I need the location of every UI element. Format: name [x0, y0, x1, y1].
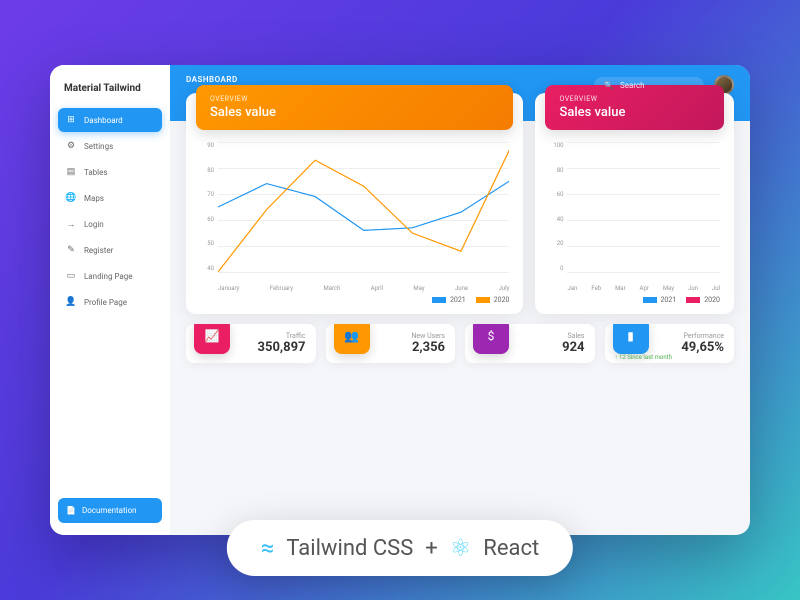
nav-icon: ⚙ — [66, 141, 76, 151]
bar-chart-body: 100806040200 JanFebMarAprMayJunJul 20212… — [535, 130, 734, 314]
sidebar-item-settings[interactable]: ⚙ Settings — [58, 134, 162, 158]
search-placeholder: Search — [620, 81, 645, 90]
nav-label: Tables — [84, 168, 108, 177]
sidebar-item-login[interactable]: → Login — [58, 212, 162, 236]
nav-icon: 🌐 — [66, 193, 76, 203]
overview-label: OVERVIEW — [559, 95, 710, 103]
stats-row: 📈 Traffic350,897 👥 New Users2,356 $ Sale… — [186, 324, 734, 363]
brand-title: Material Tailwind — [58, 77, 162, 108]
nav-label: Landing Page — [84, 272, 133, 281]
nav-icon: 👤 — [66, 297, 76, 307]
nav-label: Login — [84, 220, 104, 229]
bar-chart-header: OVERVIEW Sales value — [545, 85, 724, 130]
stat-card-new-users: 👥 New Users2,356 — [326, 324, 456, 363]
search-icon: 🔍 — [604, 81, 614, 90]
main-area: DASHBOARD 🔍 Search OVERVIEW Sales value — [170, 65, 750, 535]
stat-label: New Users — [378, 332, 446, 340]
stat-foot: ↑ 12 Since last month — [615, 354, 672, 361]
nav-icon: ⊞ — [66, 115, 76, 125]
tailwind-icon: ≈ — [261, 534, 275, 562]
bar-legend: 2021 2020 — [549, 296, 720, 304]
react-label: React — [483, 536, 539, 561]
stat-icon: 👥 — [334, 324, 370, 354]
stat-card-traffic: 📈 Traffic350,897 — [186, 324, 316, 363]
charts-row: OVERVIEW Sales value 908070605040 Januar… — [186, 93, 734, 314]
tailwind-label: Tailwind CSS — [286, 536, 413, 561]
chart-title: Sales value — [559, 105, 710, 120]
sidebar-item-maps[interactable]: 🌐 Maps — [58, 186, 162, 210]
documentation-button[interactable]: 📄 Documentation — [58, 498, 162, 523]
nav-label: Register — [84, 246, 113, 255]
line-chart: 908070605040 JanuaryFebruaryMarchAprilMa… — [200, 142, 509, 292]
sidebar: Material Tailwind ⊞ Dashboard ⚙ Settings ▤ Ta… — [50, 65, 170, 535]
stat-icon: ▮ — [613, 324, 649, 354]
stat-label: Traffic — [238, 332, 306, 340]
legend-item: 2020 — [686, 296, 720, 304]
stat-value: 924 — [517, 340, 585, 355]
stat-value: 49,65% — [657, 340, 725, 355]
stat-label: Performance — [657, 332, 725, 340]
line-legend: 2021 2020 — [200, 296, 509, 304]
nav-icon: ▤ — [66, 167, 76, 177]
nav-label: Maps — [84, 194, 104, 203]
line-chart-header: OVERVIEW Sales value — [196, 85, 513, 130]
sidebar-item-profile-page[interactable]: 👤 Profile Page — [58, 290, 162, 314]
nav-label: Profile Page — [84, 298, 127, 307]
stat-card-performance: ▮ Performance49,65% ↑ 12 Since last mont… — [605, 324, 735, 363]
nav-icon: ▭ — [66, 271, 76, 281]
stat-icon: $ — [473, 324, 509, 354]
tech-pill: ≈ Tailwind CSS + ⚛ React — [227, 520, 573, 576]
stat-label: Sales — [517, 332, 585, 340]
chart-title: Sales value — [210, 105, 499, 120]
sidebar-nav: ⊞ Dashboard ⚙ Settings ▤ Tables 🌐 Maps → Login ✎ Re… — [58, 108, 162, 498]
bar-chart: 100806040200 JanFebMarAprMayJunJul — [549, 142, 720, 292]
legend-item: 2021 — [643, 296, 677, 304]
documentation-label: Documentation — [82, 506, 137, 515]
nav-icon: ✎ — [66, 245, 76, 255]
plus-label: + — [425, 536, 437, 561]
line-chart-body: 908070605040 JanuaryFebruaryMarchAprilMa… — [186, 130, 523, 314]
nav-label: Settings — [84, 142, 113, 151]
document-icon: 📄 — [66, 506, 76, 515]
stat-card-sales: $ Sales924 — [465, 324, 595, 363]
nav-icon: → — [66, 219, 76, 229]
stat-icon: 📈 — [194, 324, 230, 354]
sidebar-item-landing-page[interactable]: ▭ Landing Page — [58, 264, 162, 288]
react-icon: ⚛ — [450, 534, 472, 562]
page-title: DASHBOARD — [186, 75, 238, 84]
nav-label: Dashboard — [84, 116, 123, 125]
line-chart-card: OVERVIEW Sales value 908070605040 Januar… — [186, 93, 523, 314]
legend-item: 2020 — [476, 296, 510, 304]
sidebar-item-tables[interactable]: ▤ Tables — [58, 160, 162, 184]
overview-label: OVERVIEW — [210, 95, 499, 103]
content: OVERVIEW Sales value 908070605040 Januar… — [170, 93, 750, 535]
sidebar-item-dashboard[interactable]: ⊞ Dashboard — [58, 108, 162, 132]
bar-chart-card: OVERVIEW Sales value 100806040200 JanFeb… — [535, 93, 734, 314]
legend-item: 2021 — [432, 296, 466, 304]
sidebar-item-register[interactable]: ✎ Register — [58, 238, 162, 262]
app-window: Material Tailwind ⊞ Dashboard ⚙ Settings ▤ Ta… — [50, 65, 750, 535]
stat-value: 2,356 — [378, 340, 446, 355]
stat-value: 350,897 — [238, 340, 306, 355]
